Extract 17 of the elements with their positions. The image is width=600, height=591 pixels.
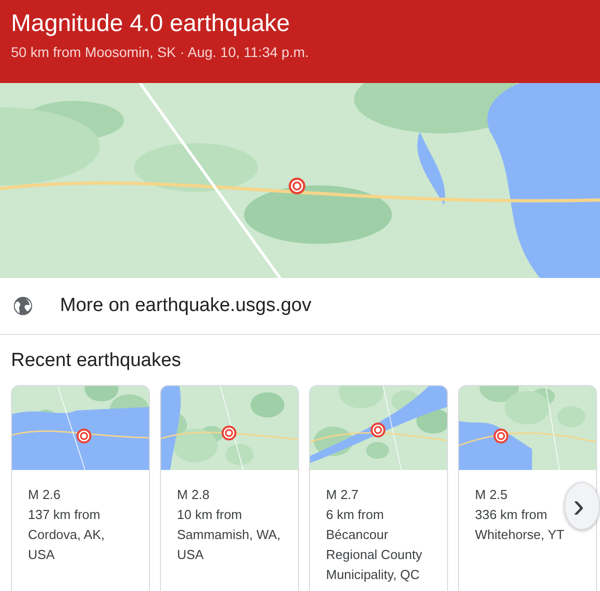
- distance-text: 10 km from Sammamish, WA, USA: [177, 506, 281, 564]
- earthquake-title: Magnitude 4.0 earthquake: [11, 9, 291, 39]
- distance-text: 6 km from Bécancour Regional County Municipality, QC: [326, 506, 422, 584]
- distance-text: 336 km from Whitehorse, YT: [475, 506, 564, 544]
- distance-text: 137 km from Cordova, AK, USA: [28, 506, 105, 564]
- globe-icon: [12, 295, 34, 317]
- magnitude-text: M 2.6: [28, 486, 62, 504]
- earthquake-card[interactable]: M 2.7 6 km from Bécancour Regional County Municipality, QC: [309, 385, 448, 591]
- source-link[interactable]: More on earthquake.usgs.gov: [60, 292, 312, 320]
- next-button[interactable]: ›: [564, 482, 600, 530]
- magnitude-text: M 2.5: [475, 486, 509, 504]
- section-heading: Recent earthquakes: [11, 349, 182, 373]
- magnitude-text: M 2.8: [177, 486, 211, 504]
- earthquake-card[interactable]: M 2.8 10 km from Sammamish, WA, USA: [160, 385, 299, 591]
- magnitude-text: M 2.7: [326, 486, 360, 504]
- earthquake-card[interactable]: M 2.6 137 km from Cordova, AK, USA: [11, 385, 150, 591]
- earthquake-subtitle: 50 km from Moosomin, SK · Aug. 10, 11:34 p.m.: [11, 43, 310, 62]
